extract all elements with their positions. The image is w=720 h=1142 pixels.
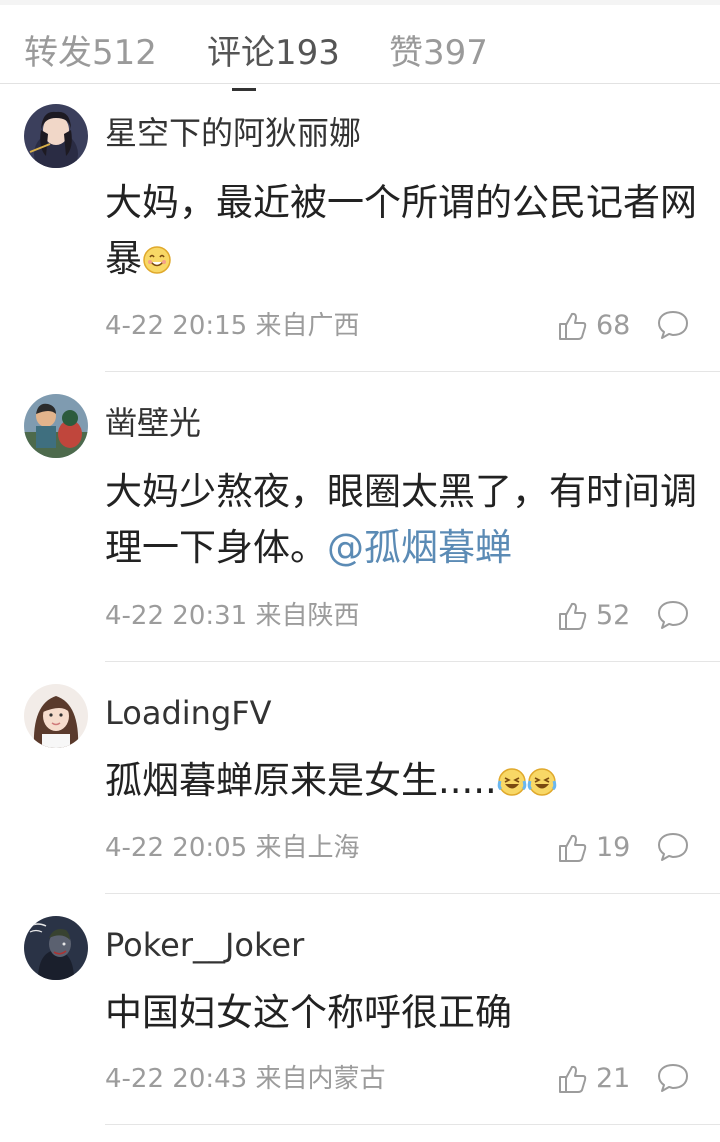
- like-count: 21: [596, 1063, 631, 1094]
- thumbs-up-icon: [559, 602, 587, 630]
- active-tab-indicator: [232, 88, 256, 91]
- thumbs-up-icon: [559, 1065, 587, 1093]
- comment-divider: [105, 893, 720, 894]
- comment-text: 孤烟暮蝉原来是女生.....: [105, 753, 705, 813]
- tab-likes[interactable]: 赞397: [389, 31, 488, 75]
- laugh-cry-emoji-icon: [497, 757, 557, 813]
- tab-repost[interactable]: 转发512: [24, 31, 157, 75]
- smile-emoji-icon: [142, 235, 172, 291]
- comment-meta: 4-22 20:31 来自陕西: [105, 601, 360, 631]
- thumbs-up-icon: [559, 312, 587, 340]
- comment-divider: [105, 1124, 720, 1125]
- tab-comments[interactable]: 评论193: [207, 31, 340, 75]
- like-count: 68: [596, 310, 631, 341]
- username[interactable]: 凿壁光: [105, 403, 201, 443]
- avatar[interactable]: [24, 394, 88, 458]
- reply-icon[interactable]: [656, 308, 690, 342]
- avatar[interactable]: [24, 916, 88, 980]
- tab-bar: 转发512 评论193 赞397: [0, 5, 720, 84]
- comment-meta: 4-22 20:05 来自上海: [105, 833, 360, 863]
- avatar[interactable]: [24, 104, 88, 168]
- comment-text: 大妈少熬夜，眼圈太黑了，有时间调理一下身体。@孤烟暮蝉: [105, 470, 697, 569]
- comment-text: 中国妇女这个称呼很正确: [105, 991, 512, 1034]
- comment-divider: [105, 661, 720, 662]
- reply-icon[interactable]: [656, 830, 690, 864]
- username[interactable]: Poker__Joker: [105, 925, 304, 965]
- thumbs-up-icon: [559, 834, 587, 862]
- comment-meta: 4-22 20:15 来自广西: [105, 311, 360, 341]
- username[interactable]: LoadingFV: [105, 693, 272, 733]
- username[interactable]: 星空下的阿狄丽娜: [105, 113, 361, 153]
- comment-text: 大妈，最近被一个所谓的公民记者网暴: [105, 175, 705, 291]
- comment-meta: 4-22 20:43 来自内蒙古: [105, 1064, 386, 1094]
- avatar[interactable]: [24, 684, 88, 748]
- reply-icon[interactable]: [656, 1061, 690, 1095]
- mention-link[interactable]: @孤烟暮蝉: [327, 526, 512, 569]
- reply-icon[interactable]: [656, 598, 690, 632]
- like-count: 19: [596, 832, 631, 863]
- like-count: 52: [596, 600, 631, 631]
- comment-divider: [105, 371, 720, 372]
